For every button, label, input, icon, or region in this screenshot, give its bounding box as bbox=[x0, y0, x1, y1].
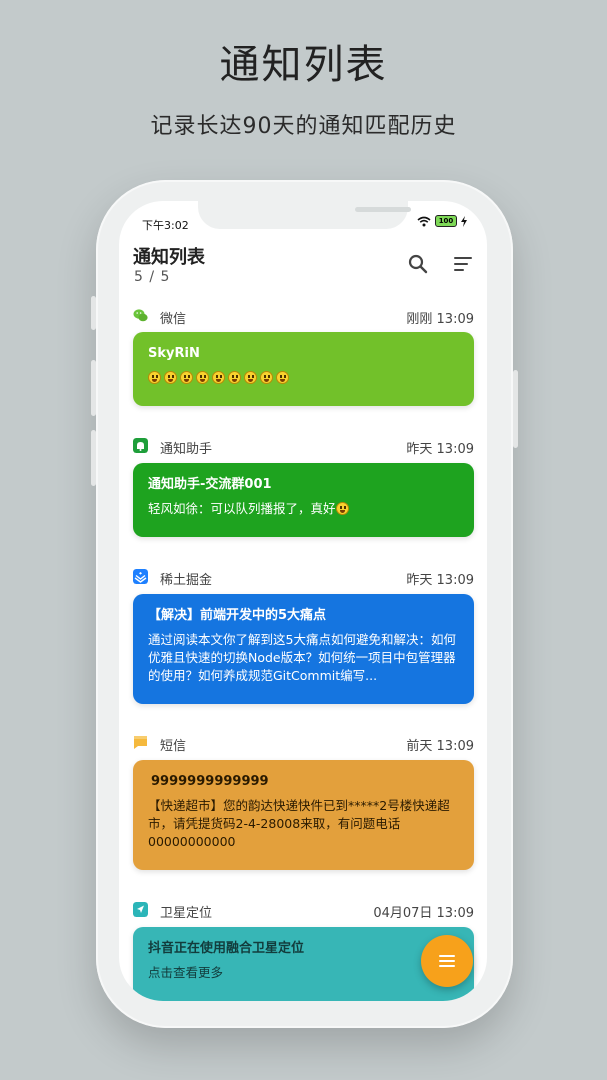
notification-app-row: 稀土掘金 昨天 13:09 bbox=[133, 569, 474, 588]
speaker bbox=[355, 207, 411, 212]
notification-body: 点击查看更多 bbox=[148, 965, 224, 980]
smiley-emoji-icon bbox=[212, 371, 225, 384]
notification-app-name: 通知助手 bbox=[160, 442, 213, 457]
notification-time: 04月07日 13:09 bbox=[373, 906, 474, 921]
hero-title: 通知列表 bbox=[219, 42, 388, 88]
phone-side-button bbox=[513, 370, 518, 448]
notification-app-row: 通知助手 昨天 13:09 bbox=[133, 438, 474, 457]
notification-count: 5 / 5 bbox=[134, 269, 171, 285]
phone-side-button bbox=[91, 296, 96, 330]
smiley-emoji-icon bbox=[260, 371, 273, 384]
notification-title: 抖音正在使用融合卫星定位 bbox=[148, 941, 305, 956]
notification-time: 前天 13:09 bbox=[406, 739, 474, 754]
notification-app-row: 卫星定位 04月07日 13:09 bbox=[133, 902, 474, 921]
notification-app-row: 短信 前天 13:09 bbox=[133, 735, 474, 754]
search-icon[interactable] bbox=[407, 253, 429, 275]
notification-card[interactable]: SkyRiN bbox=[133, 332, 474, 406]
location-icon bbox=[133, 902, 148, 917]
sms-icon bbox=[134, 736, 147, 749]
smiley-emoji-icon bbox=[244, 371, 257, 384]
hero-subtitle: 记录长达90天的通知匹配历史 bbox=[150, 114, 457, 139]
smiley-emoji-icon bbox=[228, 371, 241, 384]
notification-body: 轻风如徐：可以队列播报了，真好 bbox=[148, 500, 459, 518]
notification-body bbox=[148, 369, 459, 387]
notification-app-name: 卫星定位 bbox=[160, 906, 213, 921]
notification-title: 通知助手-交流群001 bbox=[148, 477, 272, 492]
smiley-emoji-icon bbox=[196, 371, 209, 384]
notification-helper-icon bbox=[133, 438, 148, 453]
juejin-icon bbox=[133, 569, 148, 584]
app-screen: 下午3:02 100 通知列表 5 / 5 微信 刚刚 13:09 SkyRiN bbox=[119, 201, 487, 1001]
notification-body: 【快递超市】您的韵达快递快件已到*****2号楼快递超市，请凭提货码2-4-28… bbox=[148, 798, 450, 849]
status-time: 下午3:02 bbox=[142, 219, 189, 232]
notification-time: 刚刚 13:09 bbox=[406, 312, 474, 327]
phone-side-button bbox=[91, 360, 96, 416]
status-indicators: 100 bbox=[417, 215, 467, 227]
smiley-emoji-icon bbox=[164, 371, 177, 384]
sort-icon[interactable] bbox=[452, 253, 474, 275]
notification-card[interactable]: 9999999999999 【快递超市】您的韵达快递快件已到*****2号楼快递… bbox=[133, 760, 474, 870]
smiley-emoji-icon bbox=[148, 371, 161, 384]
notification-card[interactable]: 【解决】前端开发中的5大痛点 通过阅读本文你了解到这5大痛点如何避免和解决：如何… bbox=[133, 594, 474, 704]
notification-title: SkyRiN bbox=[148, 346, 200, 361]
notification-title: 【解决】前端开发中的5大痛点 bbox=[148, 608, 327, 623]
battery-icon: 100 bbox=[435, 215, 457, 227]
notch bbox=[198, 201, 411, 229]
wifi-icon bbox=[417, 216, 431, 226]
notification-card[interactable]: 通知助手-交流群001 轻风如徐：可以队列播报了，真好 bbox=[133, 463, 474, 537]
wechat-icon bbox=[133, 309, 148, 322]
smiley-emoji-icon bbox=[276, 371, 289, 384]
phone-side-button bbox=[91, 430, 96, 486]
notification-time: 昨天 13:09 bbox=[406, 442, 474, 457]
menu-fab-button[interactable] bbox=[421, 935, 473, 987]
emoji-row bbox=[335, 501, 352, 516]
notification-app-name: 短信 bbox=[160, 739, 187, 754]
notification-time: 昨天 13:09 bbox=[406, 573, 474, 588]
emoji-row bbox=[148, 370, 292, 385]
smiley-emoji-icon bbox=[180, 371, 193, 384]
notification-app-name: 稀土掘金 bbox=[160, 573, 213, 588]
menu-icon bbox=[439, 955, 455, 967]
page-title: 通知列表 bbox=[133, 247, 205, 268]
smiley-emoji-icon bbox=[335, 502, 349, 515]
notification-app-name: 微信 bbox=[160, 312, 187, 327]
notification-app-row: 微信 刚刚 13:09 bbox=[133, 308, 474, 327]
notification-body-text: 轻风如徐：可以队列播报了，真好 bbox=[148, 501, 336, 516]
charging-icon bbox=[461, 215, 467, 227]
notification-body: 通过阅读本文你了解到这5大痛点如何避免和解决：如何优雅且快速的切换Node版本？… bbox=[148, 632, 456, 683]
notification-title: 9999999999999 bbox=[151, 774, 269, 789]
